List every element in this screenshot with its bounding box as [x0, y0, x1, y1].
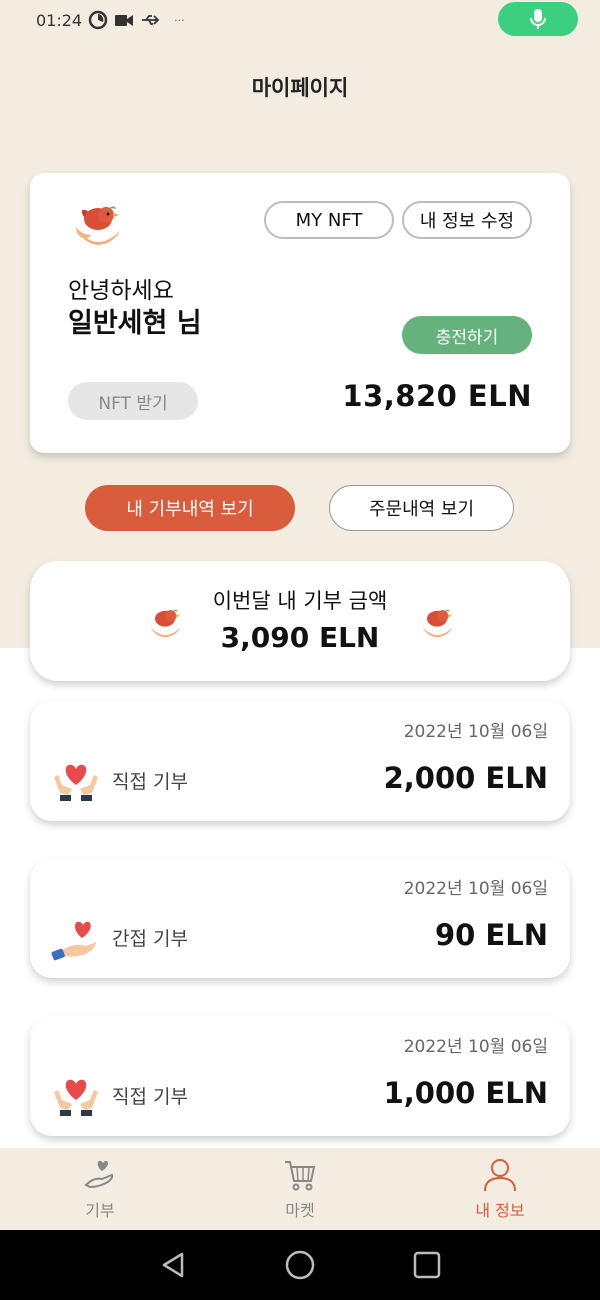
mic-icon [530, 9, 546, 29]
back-icon[interactable] [155, 1247, 191, 1283]
record-amount: 90 ELN [434, 918, 548, 952]
monthly-amount: 3,090 ELN [220, 621, 380, 654]
page-title: 마이페이지 [251, 76, 349, 100]
monthly-label: 이번달 내 기부 금액 [212, 589, 388, 613]
greeting-text: 안녕하세요 [68, 278, 174, 304]
video-icon [114, 10, 134, 30]
edit-profile-button[interactable]: 내 정보 수정 [402, 201, 532, 239]
nft-get-button[interactable]: NFT 받기 [68, 382, 198, 420]
status-more: ··· [174, 13, 185, 27]
mic-button[interactable] [498, 2, 578, 36]
hand-heart-icon [50, 914, 102, 966]
record-date: 2022년 10월 06일 [403, 879, 548, 899]
username: 일반세현 님 [68, 308, 202, 339]
nav-item-donate[interactable]: 기부 [0, 1148, 200, 1230]
balance-amount: 13,820 ELN [342, 379, 532, 413]
android-nav-bar [0, 1230, 600, 1300]
tab-order-history[interactable]: 주문내역 보기 [329, 485, 514, 531]
donate-hand-icon [84, 1160, 114, 1189]
nav-item-my-info[interactable]: 내 정보 [400, 1148, 600, 1230]
donation-record-card[interactable]: 2022년 10월 06일 직접 기부 2,000 ELN [30, 701, 570, 821]
hands-heart-icon [50, 757, 102, 809]
bird-logo-icon [417, 603, 457, 643]
usb-icon [140, 10, 160, 30]
person-icon [484, 1159, 516, 1192]
bird-logo-icon [70, 197, 126, 253]
monthly-donation-card: 이번달 내 기부 금액 3,090 ELN [30, 561, 570, 681]
record-type: 간접 기부 [112, 928, 188, 950]
cart-icon [285, 1161, 316, 1191]
bird-logo-icon [145, 603, 185, 643]
status-time: 01:24 [36, 10, 83, 30]
donation-record-card[interactable]: 2022년 10월 06일 직접 기부 1,000 ELN [30, 1016, 570, 1136]
record-type: 직접 기부 [112, 771, 188, 793]
nav-label: 마켓 [285, 1201, 315, 1220]
record-amount: 1,000 ELN [383, 1076, 548, 1110]
nav-label: 내 정보 [475, 1201, 525, 1220]
profile-card: MY NFT 내 정보 수정 안녕하세요 일반세현 님 충전하기 NFT 받기 … [30, 173, 570, 453]
timer-icon [88, 10, 108, 30]
record-amount: 2,000 ELN [383, 761, 548, 795]
nav-label: 기부 [85, 1201, 115, 1220]
record-type: 직접 기부 [112, 1086, 188, 1108]
record-date: 2022년 10월 06일 [403, 722, 548, 742]
my-nft-button[interactable]: MY NFT [264, 201, 394, 239]
donation-record-card[interactable]: 2022년 10월 06일 간접 기부 90 ELN [30, 858, 570, 978]
hands-heart-icon [50, 1072, 102, 1124]
tab-donation-history[interactable]: 내 기부내역 보기 [85, 485, 295, 531]
home-icon[interactable] [282, 1247, 318, 1283]
nav-item-market[interactable]: 마켓 [200, 1148, 400, 1230]
recents-icon[interactable] [409, 1247, 445, 1283]
record-date: 2022년 10월 06일 [403, 1037, 548, 1057]
bottom-nav: 기부 마켓 내 정보 [0, 1148, 600, 1230]
charge-button[interactable]: 충전하기 [402, 316, 532, 354]
